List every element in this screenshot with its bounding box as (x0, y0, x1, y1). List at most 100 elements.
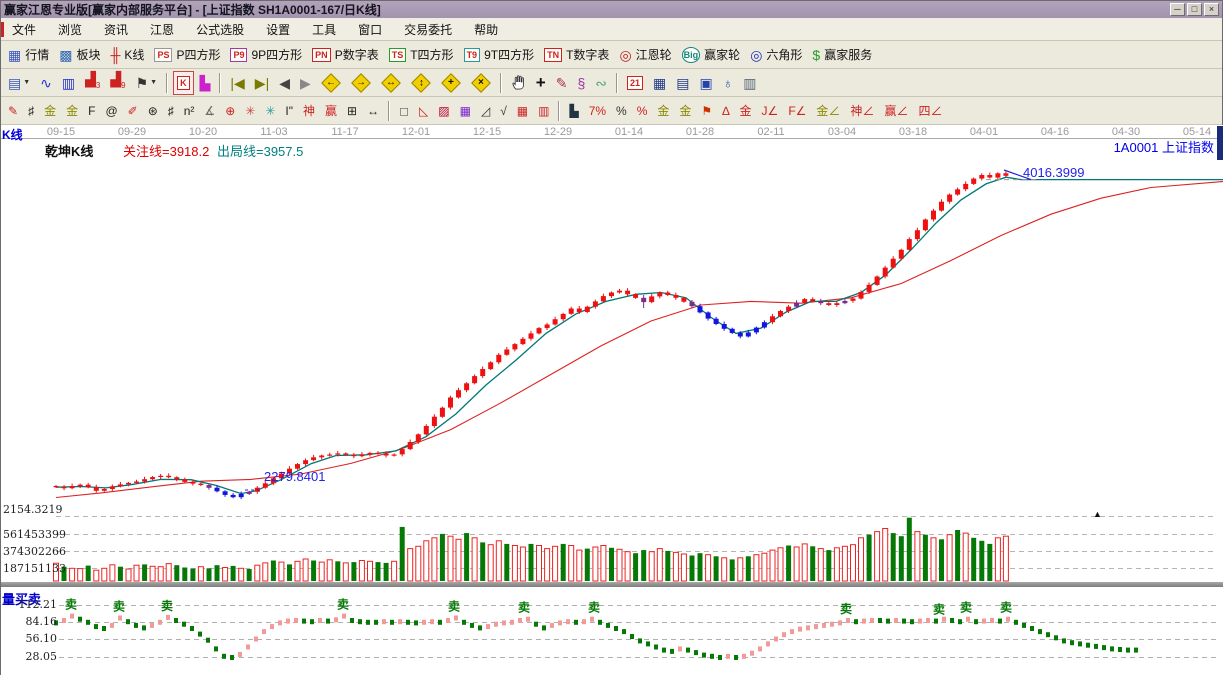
gold-comb2-button[interactable]: 金 (62, 99, 82, 123)
fan-red-button[interactable]: ◺ (415, 99, 432, 123)
percent-pen-button[interactable]: ✎ (552, 71, 572, 95)
nav-last-button[interactable]: ▶| (251, 71, 273, 95)
spiral-button[interactable]: @ (101, 99, 121, 123)
diamond-vexpand-button[interactable]: ↕ (407, 71, 435, 95)
span-button[interactable]: ↔ (363, 99, 383, 123)
four-angle-button[interactable]: 四∠ (914, 99, 946, 123)
f-comb-button[interactable]: F (84, 99, 99, 123)
nav-first-button[interactable]: |◀ (226, 71, 248, 95)
menu-item-浏览[interactable]: 浏览 (47, 18, 93, 41)
menu-item-资讯[interactable]: 资讯 (93, 18, 139, 41)
hist2-button[interactable]: ▙ (565, 99, 582, 123)
menu-item-窗口[interactable]: 窗口 (347, 18, 393, 41)
chart3-button[interactable]: ▟3 (81, 71, 104, 95)
pct7-button[interactable]: 7% (585, 99, 610, 123)
gold-line-button[interactable]: 金 (675, 99, 695, 123)
flag-candle-button[interactable]: ⚑ (697, 99, 716, 123)
formula-curve-button[interactable]: ∿ (36, 71, 56, 95)
gann-box-button[interactable]: ▨ (434, 99, 453, 123)
market-quotes-button[interactable]: ▦行情 (4, 43, 53, 67)
red-marker-button[interactable]: ✐ (124, 99, 142, 123)
menu-item-公式选股[interactable]: 公式选股 (185, 18, 255, 41)
chart9-button[interactable]: ▟9 (106, 71, 129, 95)
notes-button[interactable]: ▥ (58, 71, 79, 95)
red-table-button[interactable]: ▥ (534, 99, 553, 123)
iquote-button[interactable]: I" (281, 99, 297, 123)
diamond-hexpand-button[interactable]: ↔ (377, 71, 405, 95)
f-angle-button[interactable]: F∠ (784, 99, 810, 123)
maximize-button[interactable]: □ (1187, 3, 1202, 16)
web-teal-button[interactable]: ✳ (261, 99, 279, 123)
web-red-button[interactable]: ✳ (241, 99, 259, 123)
n2-button[interactable]: n² (180, 99, 199, 123)
chart-area[interactable]: 09-1509-2910-2011-0311-1712-0112-1512-29… (1, 125, 1223, 675)
color-histogram-button[interactable]: ▙ (196, 71, 215, 95)
winner-wheel-button[interactable]: Big赢家轮 (678, 43, 745, 67)
main-price-chart[interactable] (1, 139, 1223, 516)
title-bar[interactable]: 赢家江恩专业版[赢家内部服务平台] - [上证指数 SH1A0001-167/日… (1, 1, 1222, 18)
save-button[interactable]: ▣ (695, 71, 716, 95)
notepad-button[interactable]: ▤ (672, 71, 693, 95)
target-red-button[interactable]: ⊕ (221, 99, 239, 123)
ruler-button[interactable]: ⊞ (343, 99, 361, 123)
menu-item-交易委托[interactable]: 交易委托 (393, 18, 463, 41)
knot-tool-button[interactable]: ∾ (591, 71, 611, 95)
gann-grid-button[interactable]: ▦ (456, 99, 475, 123)
9p-square-button[interactable]: P99P四方形 (226, 43, 306, 67)
volume-pane[interactable] (1, 516, 1223, 582)
kline-button[interactable]: ╫K线 (107, 43, 149, 67)
close-button[interactable]: × (1204, 3, 1219, 16)
box-tool-button[interactable]: ◻ (395, 99, 413, 123)
gann-wheel-button[interactable]: ◎江恩轮 (615, 43, 675, 67)
network-button[interactable]: ♁ (719, 71, 738, 95)
sectors-button[interactable]: ▩板块 (55, 43, 104, 67)
nav-next-button[interactable]: ▶ (296, 71, 315, 95)
red-pen-button[interactable]: ✎ (4, 99, 22, 123)
minimize-button[interactable]: ─ (1170, 3, 1185, 16)
ying-angle-button[interactable]: 赢∠ (880, 99, 912, 123)
oscillator-pane[interactable]: 卖卖卖卖卖卖卖卖卖卖卖 (1, 587, 1223, 675)
shen-grid-button[interactable]: 神 (299, 99, 319, 123)
diamond-right-button[interactable]: → (347, 71, 375, 95)
fan-lines-button[interactable]: ◿ (477, 99, 494, 123)
diamond-cross-button[interactable]: + (437, 71, 465, 95)
gold-mid-button[interactable]: 金 (736, 99, 756, 123)
qiankun-kline-button[interactable]: K (173, 71, 194, 95)
crosshair-tool-button[interactable]: + (532, 71, 550, 95)
hand-tool-button[interactable] (507, 71, 530, 95)
gold-angle-button[interactable]: 金∠ (812, 99, 844, 123)
p-square-button[interactable]: PSP四方形 (150, 43, 224, 67)
print-button[interactable]: ▥ (739, 71, 760, 95)
menu-item-江恩[interactable]: 江恩 (139, 18, 185, 41)
menu-item-设置[interactable]: 设置 (255, 18, 301, 41)
ying-grid-button[interactable]: 赢 (321, 99, 341, 123)
a-wave-button[interactable]: ∆ (718, 99, 733, 123)
flag-dropdown[interactable]: ⚑▼ (132, 71, 162, 95)
t-number-table-button[interactable]: TNT数字表 (540, 43, 613, 67)
menu-item-帮助[interactable]: 帮助 (463, 18, 509, 41)
angle-button[interactable]: ∡ (200, 99, 219, 123)
red-grid-button[interactable]: ▦ (513, 99, 532, 123)
p-number-table-button[interactable]: PNP数字表 (308, 43, 383, 67)
9t-square-button[interactable]: T99T四方形 (460, 43, 539, 67)
menu-item-工具[interactable]: 工具 (301, 18, 347, 41)
shen-angle-button[interactable]: 神∠ (846, 99, 878, 123)
nav-prev-button[interactable]: ◀ (275, 71, 294, 95)
winner-service-button[interactable]: $赢家服务 (808, 43, 876, 67)
wave-check-button[interactable]: √ (496, 99, 511, 123)
calculator-button[interactable]: ▦ (649, 71, 670, 95)
calendar-button[interactable]: 21 (623, 71, 647, 95)
grid-comb-button[interactable]: ♯ (164, 99, 178, 123)
ribbon-tool-button[interactable]: § (573, 71, 589, 95)
menu-item-文件[interactable]: 文件 (1, 18, 47, 41)
gold-oval-button[interactable]: 金 (653, 99, 673, 123)
t-square-button[interactable]: TST四方形 (385, 43, 458, 67)
pct-line-button[interactable]: % (633, 99, 652, 123)
pct-button[interactable]: % (612, 99, 631, 123)
hexagon-button[interactable]: ◎六角形 (746, 43, 806, 67)
diamond-left-button[interactable]: ← (317, 71, 345, 95)
diamond-x-button[interactable]: × (467, 71, 495, 95)
compass-button[interactable]: ⊛ (144, 99, 162, 123)
comb-button[interactable]: ♯ (24, 99, 38, 123)
view-dropdown[interactable]: ▤▼ (4, 71, 34, 95)
